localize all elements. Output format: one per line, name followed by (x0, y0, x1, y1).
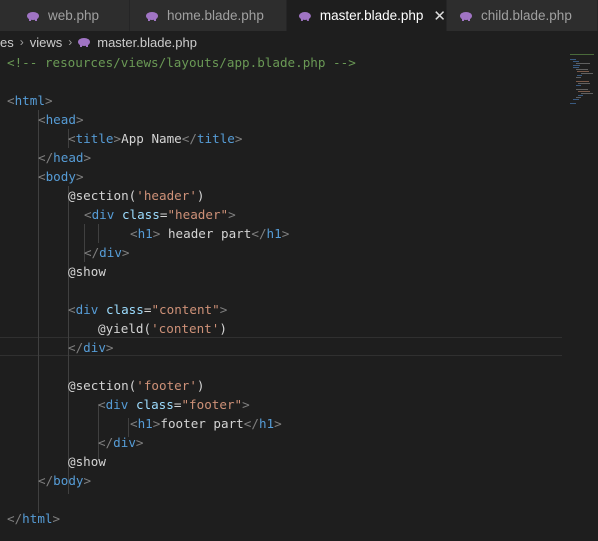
php-elephant-icon (27, 11, 39, 21)
code-line-section-header: @section('header') (68, 188, 205, 203)
tab-label: home.blade.php (167, 8, 264, 23)
code-line-div-close: </div> (98, 435, 144, 450)
code-line-html-open: <html> (7, 93, 53, 108)
php-elephant-icon (146, 11, 158, 21)
tab-child-blade[interactable]: child.blade.php (447, 0, 598, 31)
chevron-right-icon: › (68, 35, 73, 49)
editor-tab-bar: web.php home.blade.php master.blade.php … (0, 0, 598, 31)
code-line-comment: <!-- resources/views/layouts/app.blade.p… (7, 55, 356, 70)
php-elephant-icon (78, 38, 91, 47)
code-line-div-header: <div class="header"> (84, 207, 236, 222)
breadcrumb: es › views › master.blade.php (0, 31, 598, 53)
code-line-head-open: <head> (38, 112, 84, 127)
code-line-div-close: </div> (84, 245, 130, 260)
breadcrumb-item-es[interactable]: es (0, 35, 14, 50)
code-line-h1-header: <h1> header part</h1> (130, 226, 290, 241)
code-line-head-close: </head> (38, 150, 92, 165)
code-line-title: <title>App Name</title> (68, 131, 243, 146)
code-line-show: @show (68, 454, 106, 469)
php-elephant-icon (299, 11, 311, 21)
code-line-div-close: </div> (68, 340, 114, 355)
tab-label: master.blade.php (319, 8, 424, 23)
minimap[interactable] (568, 53, 598, 113)
tab-home-blade[interactable]: home.blade.php (130, 0, 287, 31)
code-line-h1-footer: <h1>footer part</h1> (130, 416, 282, 431)
code-line-yield: @yield('content') (98, 321, 227, 336)
code-line-show: @show (68, 264, 106, 279)
close-icon[interactable]: ✕ (433, 7, 446, 25)
chevron-right-icon: › (19, 35, 24, 49)
php-elephant-icon (460, 11, 472, 21)
tab-web-php[interactable]: web.php (0, 0, 130, 31)
code-editor[interactable]: <!-- resources/views/layouts/app.blade.p… (0, 53, 598, 541)
indent-guide (98, 224, 99, 243)
breadcrumb-item-views[interactable]: views (30, 35, 63, 50)
tab-label: web.php (48, 8, 100, 23)
code-line-html-close: </html> (7, 511, 61, 526)
code-line-div-footer: <div class="footer"> (98, 397, 250, 412)
breadcrumb-item-file[interactable]: master.blade.php (97, 35, 197, 50)
code-line-body-close: </body> (38, 473, 92, 488)
code-line-body-open: <body> (38, 169, 84, 184)
tab-label: child.blade.php (481, 8, 572, 23)
code-line-div-content: <div class="content"> (68, 302, 228, 317)
tab-master-blade[interactable]: master.blade.php ✕ (287, 0, 447, 31)
code-line-section-footer: @section('footer') (68, 378, 205, 393)
